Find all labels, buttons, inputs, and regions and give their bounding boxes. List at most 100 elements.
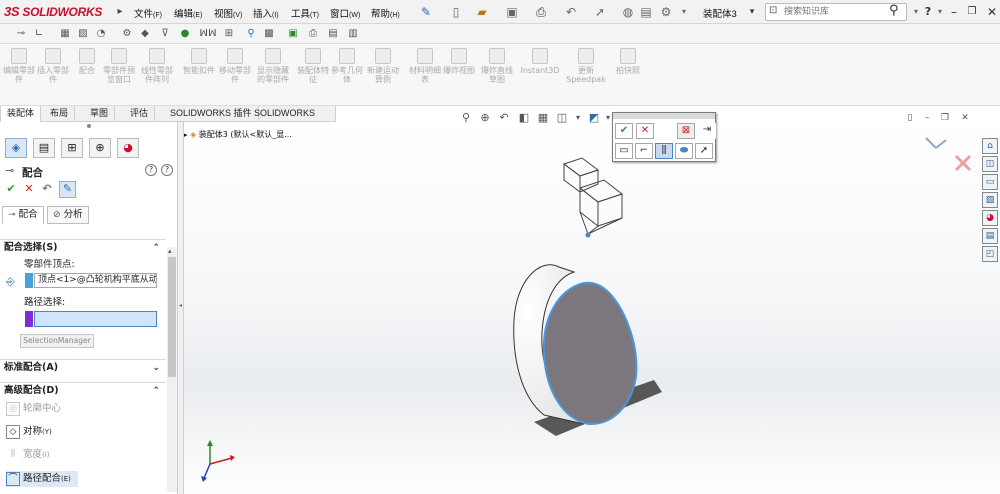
view-orientation-icon[interactable]: ◫ <box>554 110 570 126</box>
location-pin-icon[interactable]: ● <box>178 27 192 41</box>
search-input[interactable] <box>766 4 886 20</box>
undo-icon[interactable]: ↶ <box>40 182 54 196</box>
restore-window-icon[interactable]: ❐ <box>964 4 980 20</box>
select-arrow-icon[interactable]: ➚ <box>592 4 608 20</box>
detailed-help-button[interactable]: ? <box>161 164 173 176</box>
symmetric-option[interactable]: ◇ 对称(Y) <box>6 424 52 440</box>
popup-flip-icon[interactable]: ⊠ <box>677 123 695 139</box>
section-standard-mates[interactable]: 标准配合(A) ⌄ <box>0 359 166 375</box>
insert-component-button[interactable]: 插入零部件 <box>36 48 70 84</box>
profile-center-option[interactable]: ◎ 轮廓中心 <box>6 401 61 417</box>
path-selection-field[interactable] <box>34 311 157 327</box>
view-orient-icon[interactable]: ⊞ <box>222 27 236 41</box>
viewport-close-icon[interactable]: ✕ <box>958 112 972 124</box>
viewport-restore-icon[interactable]: ❐ <box>938 112 952 124</box>
edit-component-button[interactable]: 编辑零部件 <box>2 48 36 84</box>
menu-file[interactable]: 文件(F) <box>134 6 162 20</box>
tab-solidworks-addins[interactable]: SOLIDWORKS 插件 <box>164 106 259 122</box>
solidworks-logo[interactable]: 3S SOLIDWORKS <box>4 4 102 20</box>
measure-icon[interactable]: ▥ <box>346 27 360 41</box>
tab-evaluate[interactable]: 评估 <box>124 106 156 122</box>
feature-tree-flyout[interactable]: ▸ ◈ 装配体3 (默认<默认_显... <box>184 129 292 140</box>
menu-help[interactable]: 帮助(H) <box>371 6 400 20</box>
file-explorer-icon[interactable]: ▭ <box>982 174 998 190</box>
panel-grip[interactable] <box>87 124 91 128</box>
popup-select-arrow-icon[interactable]: ➚ <box>695 143 713 159</box>
filter-icon[interactable]: ⊽ <box>158 27 172 41</box>
document-title-arrow-icon[interactable]: ▾ <box>744 4 760 20</box>
panel-scrollbar[interactable]: ▴ <box>167 247 177 492</box>
collapse-arrow-icon[interactable]: ⌃ <box>152 383 160 399</box>
subtab-mates[interactable]: ⊸ 配合 <box>2 206 44 224</box>
undo-icon[interactable]: ↶ <box>563 4 579 20</box>
table-icon[interactable]: ▤ <box>326 27 340 41</box>
mate-button[interactable]: 配合 <box>70 48 104 75</box>
component-preview-button[interactable]: 零部件预览窗口 <box>102 48 136 84</box>
dynamic-annotation-icon[interactable]: ▦ <box>535 110 551 126</box>
scrollbar-thumb[interactable] <box>168 257 176 377</box>
expand-arrow-icon[interactable]: ⌄ <box>152 360 160 376</box>
update-speedpak-button[interactable]: 更新Speedpak <box>566 48 606 84</box>
appearances-icon[interactable]: ◕ <box>982 210 998 226</box>
tab-assembly[interactable]: 装配体 <box>0 106 42 122</box>
file-properties-icon[interactable]: ▤ <box>638 4 654 20</box>
menu-edit[interactable]: 编辑(E) <box>174 6 202 20</box>
tab-feature-manager-icon[interactable]: ◈ <box>5 138 27 158</box>
tab-configuration-manager-icon[interactable]: ⊞ <box>61 138 83 158</box>
bill-of-materials-button[interactable]: 材料明细表 <box>408 48 442 84</box>
view-orientation-dropdown-icon[interactable]: ▾ <box>570 110 586 126</box>
take-snapshot-button[interactable]: 拍快照 <box>611 48 645 75</box>
path-mate-option[interactable]: ⌒ 路径配合(E) <box>6 471 78 487</box>
open-folder-icon[interactable]: ▰ <box>474 4 490 20</box>
zoom-icon[interactable]: ⚲ <box>244 27 258 41</box>
move-component-button[interactable]: 移动零部件 <box>218 48 252 84</box>
assembly-features-button[interactable]: 装配体特征 <box>296 48 330 84</box>
appearance-icon[interactable]: ◆ <box>138 27 152 41</box>
menu-insert[interactable]: 插入(I) <box>253 6 279 20</box>
pin-menu-icon[interactable]: ✎ <box>418 4 434 20</box>
rebuild-icon[interactable]: ◍ <box>620 4 636 20</box>
exploded-view-button[interactable]: 爆炸视图 <box>442 48 476 75</box>
scroll-up-icon[interactable]: ▴ <box>168 247 172 255</box>
smart-fasteners-button[interactable]: 智能扣件 <box>182 48 216 75</box>
component-list-icon[interactable]: ▦ <box>58 27 72 41</box>
menu-tools[interactable]: 工具(T) <box>291 6 319 20</box>
cancel-x-icon[interactable]: ✕ <box>22 182 36 196</box>
popup-path-mate-icon[interactable]: ⫼ <box>655 143 673 159</box>
tab-property-manager-icon[interactable]: ▤ <box>33 138 55 158</box>
view-palette-icon[interactable]: ▨ <box>982 192 998 208</box>
options-dropdown-icon[interactable]: ▾ <box>676 4 692 20</box>
splitter-handle-icon[interactable]: ◂ <box>179 302 182 309</box>
previous-view-icon[interactable]: ↶ <box>496 110 512 126</box>
instant3d-button[interactable]: Instant3D <box>520 48 560 75</box>
subtab-analysis[interactable]: ⊘ 分析 <box>47 206 89 224</box>
zoom-to-fit-icon[interactable]: ⚲ <box>458 110 474 126</box>
popup-ok-icon[interactable]: ✔ <box>615 123 633 139</box>
options-gear-icon[interactable]: ⚙ <box>658 4 674 20</box>
display-style-icon[interactable]: ▩ <box>262 27 276 41</box>
dimension-icon[interactable]: ꟽꟽ <box>198 27 218 41</box>
tab-display-manager-icon[interactable]: ◕ <box>117 138 139 158</box>
collapse-arrow-icon[interactable]: ⌃ <box>152 240 160 256</box>
sheet-icon[interactable]: ▣ <box>286 27 300 41</box>
tab-layout[interactable]: 布局 <box>44 106 76 122</box>
vertex-selection-field[interactable]: 顶点<1>@凸轮机构平底从动 <box>34 273 157 288</box>
design-library-icon[interactable]: ◫ <box>982 156 998 172</box>
transparency-icon[interactable]: ◔ <box>94 27 108 41</box>
help-button[interactable]: ? <box>145 164 157 176</box>
linear-pattern-button[interactable]: 线性零部件阵列 <box>140 48 174 84</box>
save-icon[interactable]: ▣ <box>504 4 520 20</box>
section-view-icon[interactable]: ◧ <box>516 110 532 126</box>
new-document-icon[interactable]: ▯ <box>448 4 464 20</box>
tab-dimxpert-icon[interactable]: ⊕ <box>89 138 111 158</box>
viewport-tile-icon[interactable]: ▯ <box>903 112 917 124</box>
popup-slot-icon[interactable]: ⬬ <box>675 143 693 159</box>
section-mate-selections[interactable]: 配合选择(S) ⌃ <box>0 239 166 255</box>
search-box[interactable]: ⊡ ⚲ <box>765 3 907 21</box>
popup-tangent-icon[interactable]: ⌐ <box>635 143 653 159</box>
tab-solidworks-mbd[interactable]: SOLIDWORKS MBD <box>248 106 336 133</box>
hide-show-icon[interactable]: ▨ <box>76 27 90 41</box>
custom-properties-icon[interactable]: ▤ <box>982 228 998 244</box>
selected-vertex-point[interactable] <box>585 232 591 238</box>
tree-expand-arrow-icon[interactable]: ▸ <box>184 131 188 139</box>
